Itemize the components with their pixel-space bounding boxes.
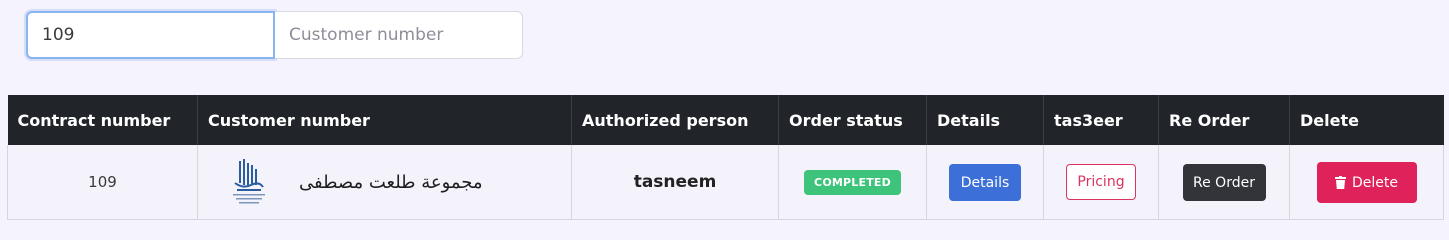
pricing-button[interactable]: Pricing [1066, 164, 1136, 200]
status-badge: COMPLETED [804, 169, 901, 195]
order-status-cell: COMPLETED [778, 145, 927, 220]
header-tas3eer: tas3eer [1043, 95, 1159, 145]
customer-number-input[interactable] [275, 11, 523, 59]
header-delete: Delete [1289, 95, 1444, 145]
reorder-cell: Re Order [1158, 145, 1290, 220]
delete-button[interactable]: Delete [1316, 161, 1417, 203]
header-details: Details [926, 95, 1044, 145]
header-contract-number: Contract number [7, 95, 198, 145]
reorder-button[interactable]: Re Order [1182, 163, 1266, 201]
authorized-person-value: tasneem [633, 172, 717, 192]
header-authorized-person: Authorized person [571, 95, 779, 145]
contract-number-value: 109 [88, 173, 117, 191]
customer-cell: مجموعة طلعت مصطفى [197, 145, 572, 220]
table-row: 109 مجموعة طلعت مصطفى tasneem COMPLETED … [7, 145, 1444, 220]
building-logo-icon [233, 159, 265, 204]
delete-cell: Delete [1289, 145, 1444, 220]
orders-table-container: Contract number Customer number Authoriz… [7, 95, 1444, 220]
details-cell: Details [926, 145, 1044, 220]
delete-button-label: Delete [1352, 174, 1398, 191]
table-header-row: Contract number Customer number Authoriz… [7, 95, 1444, 145]
customer-name: مجموعة طلعت مصطفى [299, 171, 483, 193]
pricing-cell: Pricing [1043, 145, 1159, 220]
header-order-status: Order status [778, 95, 927, 145]
header-customer-number: Customer number [197, 95, 572, 145]
details-button[interactable]: Details [949, 163, 1021, 201]
contract-number-input[interactable] [26, 11, 275, 59]
contract-number-cell: 109 [7, 145, 198, 220]
header-re-order: Re Order [1158, 95, 1290, 145]
trash-icon [1335, 175, 1346, 189]
filter-bar [26, 11, 523, 59]
orders-table: Contract number Customer number Authoriz… [7, 95, 1444, 220]
authorized-person-cell: tasneem [571, 145, 779, 220]
